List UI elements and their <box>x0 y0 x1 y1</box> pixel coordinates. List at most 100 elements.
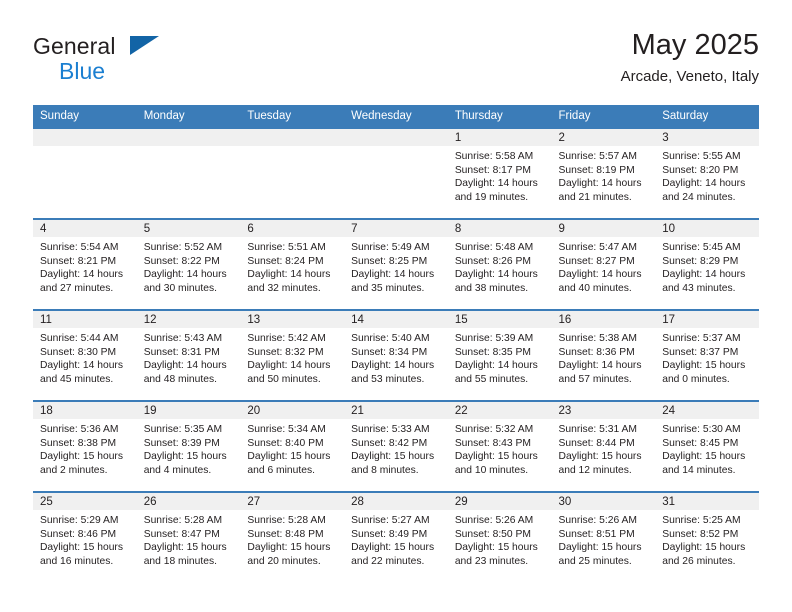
triangle-icon <box>130 36 159 55</box>
sunset-text: Sunset: 8:32 PM <box>247 346 324 358</box>
day-number: 12 <box>143 314 157 326</box>
daylight-text: Daylight: 14 hours and 40 minutes. <box>558 269 642 294</box>
daylight-text: Daylight: 15 hours and 4 minutes. <box>143 451 227 476</box>
sunset-text: Sunset: 8:37 PM <box>662 346 739 358</box>
sunset-text: Sunset: 8:26 PM <box>454 255 531 267</box>
day-number-band: 21 <box>344 402 448 419</box>
day-number-band: 12 <box>136 311 241 328</box>
calendar-day-cell: 4 Sunrise: 5:54 AM Sunset: 8:21 PM Daylight… <box>33 218 137 310</box>
calendar-cell-empty <box>33 127 137 219</box>
sunset-text: Sunset: 8:50 PM <box>454 528 531 540</box>
sunrise-text: Sunrise: 5:33 AM <box>351 424 430 435</box>
sunset-text: Sunset: 8:19 PM <box>558 164 635 176</box>
sunset-text: Sunset: 8:36 PM <box>558 346 635 358</box>
sunset-text: Sunset: 8:30 PM <box>40 346 117 358</box>
day-number-band: 13 <box>240 311 345 328</box>
daylight-text: Daylight: 14 hours and 50 minutes. <box>247 360 331 385</box>
calendar-day-cell: 21 Sunrise: 5:33 AM Sunset: 8:42 PM Dayligh… <box>344 400 448 492</box>
daylight-text: Daylight: 15 hours and 18 minutes. <box>143 542 227 567</box>
day-details: Sunrise: 5:44 AM Sunset: 8:30 PM Daylight:… <box>33 328 137 386</box>
sunset-text: Sunset: 8:40 PM <box>247 437 324 449</box>
calendar-day-cell: 5 Sunrise: 5:52 AM Sunset: 8:22 PM Daylight… <box>136 218 241 310</box>
day-number: 17 <box>662 314 676 326</box>
sunrise-text: Sunrise: 5:54 AM <box>40 242 119 253</box>
title-block: May 2025 Arcade, Veneto, Italy <box>621 28 759 88</box>
day-number-band <box>344 129 448 146</box>
day-details: Sunrise: 5:27 AM Sunset: 8:49 PM Daylight:… <box>344 510 448 568</box>
sunrise-text: Sunrise: 5:28 AM <box>247 515 326 526</box>
calendar-day-cell: 25 Sunrise: 5:29 AM Sunset: 8:46 PM Dayligh… <box>33 491 137 582</box>
day-number-band: 10 <box>655 220 759 237</box>
weekday-header-sunday: Sunday <box>33 105 137 128</box>
day-number: 5 <box>143 223 151 235</box>
day-details: Sunrise: 5:42 AM Sunset: 8:32 PM Daylight:… <box>240 328 344 386</box>
calendar-day-cell: 14 Sunrise: 5:40 AM Sunset: 8:34 PM Dayligh… <box>344 309 448 401</box>
day-details: Sunrise: 5:33 AM Sunset: 8:42 PM Daylight:… <box>344 419 448 477</box>
day-number-band: 4 <box>33 220 137 237</box>
calendar-day-cell: 22 Sunrise: 5:32 AM Sunset: 8:43 PM Dayligh… <box>447 400 552 492</box>
day-number-band: 24 <box>655 402 759 419</box>
calendar-day-cell: 8 Sunrise: 5:48 AM Sunset: 8:26 PM Daylight… <box>447 218 552 310</box>
sunset-text: Sunset: 8:52 PM <box>662 528 739 540</box>
sunrise-text: Sunrise: 5:26 AM <box>558 515 637 526</box>
sunset-text: Sunset: 8:51 PM <box>558 528 635 540</box>
day-number: 29 <box>454 496 468 508</box>
day-number-band: 20 <box>240 402 345 419</box>
calendar-week-row: 1 Sunrise: 5:58 AM Sunset: 8:17 PM Daylight… <box>33 127 759 219</box>
daylight-text: Daylight: 15 hours and 2 minutes. <box>40 451 123 476</box>
sunrise-text: Sunrise: 5:48 AM <box>454 242 534 253</box>
day-number-band: 26 <box>136 493 241 510</box>
day-number-band: 5 <box>136 220 241 237</box>
day-number-band: 18 <box>33 402 137 419</box>
calendar-day-cell: 30 Sunrise: 5:26 AM Sunset: 8:51 PM Dayligh… <box>551 491 656 582</box>
calendar-day-cell: 16 Sunrise: 5:38 AM Sunset: 8:36 PM Dayligh… <box>551 309 656 401</box>
daylight-text: Daylight: 14 hours and 48 minutes. <box>143 360 227 385</box>
day-details: Sunrise: 5:39 AM Sunset: 8:35 PM Daylight:… <box>448 328 552 386</box>
calendar-day-cell: 11 Sunrise: 5:44 AM Sunset: 8:30 PM Dayligh… <box>33 309 137 401</box>
day-details: Sunrise: 5:25 AM Sunset: 8:52 PM Daylight:… <box>655 510 759 568</box>
day-number: 1 <box>454 132 462 144</box>
day-details: Sunrise: 5:54 AM Sunset: 8:21 PM Daylight:… <box>33 237 137 295</box>
calendar-day-cell: 13 Sunrise: 5:42 AM Sunset: 8:32 PM Dayligh… <box>240 309 345 401</box>
sunrise-text: Sunrise: 5:26 AM <box>454 515 534 526</box>
calendar-header-row: Sunday Monday Tuesday Wednesday Thursday… <box>33 105 759 128</box>
sunset-text: Sunset: 8:27 PM <box>558 255 635 267</box>
calendar-day-cell: 1 Sunrise: 5:58 AM Sunset: 8:17 PM Daylight… <box>447 127 552 219</box>
weekday-header-monday: Monday <box>136 105 241 128</box>
day-number-band: 7 <box>344 220 448 237</box>
sunset-text: Sunset: 8:38 PM <box>40 437 117 449</box>
sunrise-text: Sunrise: 5:30 AM <box>662 424 741 435</box>
brand-name-bottom: Blue <box>59 58 106 84</box>
day-details: Sunrise: 5:31 AM Sunset: 8:44 PM Daylight:… <box>552 419 656 477</box>
day-number-band: 27 <box>240 493 345 510</box>
daylight-text: Daylight: 15 hours and 20 minutes. <box>247 542 331 567</box>
day-number-band: 6 <box>240 220 345 237</box>
day-number-band: 2 <box>551 129 656 146</box>
day-details: Sunrise: 5:51 AM Sunset: 8:24 PM Daylight:… <box>240 237 344 295</box>
sunset-text: Sunset: 8:43 PM <box>454 437 531 449</box>
sunset-text: Sunset: 8:17 PM <box>454 164 531 176</box>
calendar-day-cell: 29 Sunrise: 5:26 AM Sunset: 8:50 PM Dayligh… <box>447 491 552 582</box>
sunrise-text: Sunrise: 5:40 AM <box>351 333 430 344</box>
sunrise-text: Sunrise: 5:44 AM <box>40 333 119 344</box>
calendar-cell-empty <box>240 127 345 219</box>
sunset-text: Sunset: 8:45 PM <box>662 437 739 449</box>
daylight-text: Daylight: 14 hours and 43 minutes. <box>662 269 746 294</box>
daylight-text: Daylight: 15 hours and 10 minutes. <box>454 451 538 476</box>
day-number-band: 16 <box>551 311 656 328</box>
sunrise-text: Sunrise: 5:45 AM <box>662 242 741 253</box>
sunrise-text: Sunrise: 5:27 AM <box>351 515 430 526</box>
day-number: 7 <box>351 223 358 235</box>
day-number: 9 <box>558 223 565 235</box>
sunrise-text: Sunrise: 5:25 AM <box>662 515 741 526</box>
calendar-day-cell: 23 Sunrise: 5:31 AM Sunset: 8:44 PM Dayligh… <box>551 400 656 492</box>
daylight-text: Daylight: 14 hours and 35 minutes. <box>351 269 435 294</box>
day-number: 3 <box>662 132 669 144</box>
sunrise-text: Sunrise: 5:42 AM <box>247 333 326 344</box>
day-number: 10 <box>662 223 676 235</box>
calendar-week-row: 18 Sunrise: 5:36 AM Sunset: 8:38 PM Dayligh… <box>33 400 759 492</box>
sunset-text: Sunset: 8:24 PM <box>247 255 324 267</box>
day-number-band: 14 <box>344 311 448 328</box>
sunrise-text: Sunrise: 5:36 AM <box>40 424 119 435</box>
brand-logo[interactable]: General Blue <box>33 34 273 94</box>
